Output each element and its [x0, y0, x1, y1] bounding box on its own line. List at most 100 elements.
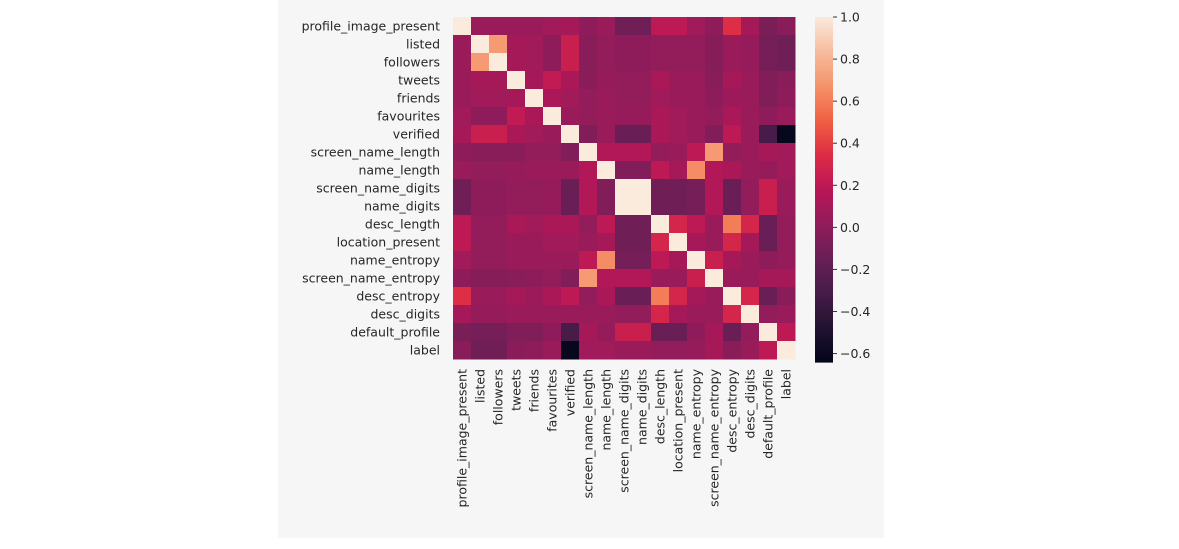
heatmap-cell [777, 269, 796, 288]
heatmap-cell [471, 89, 490, 108]
heatmap-cell [741, 341, 760, 360]
heatmap-cell [777, 341, 796, 360]
heatmap-cell [597, 233, 616, 252]
heatmap-cell [687, 215, 706, 234]
heatmap-cell [579, 215, 598, 234]
heatmap-cell [651, 125, 670, 144]
heatmap-cell [597, 71, 616, 90]
heatmap-cell [579, 53, 598, 72]
heatmap-cell [525, 197, 544, 216]
heatmap-cell [723, 53, 742, 72]
heatmap-cell [579, 197, 598, 216]
y-tick-label: tweets [398, 73, 440, 88]
heatmap-cell [777, 125, 796, 144]
heatmap-cell [489, 233, 508, 252]
heatmap-cell [669, 305, 688, 324]
x-tick-label: name_digits [635, 369, 650, 445]
heatmap-cell [669, 161, 688, 180]
heatmap-cell [723, 215, 742, 234]
heatmap-cell [615, 233, 634, 252]
heatmap-cell [453, 287, 472, 306]
heatmap-cell [741, 107, 760, 126]
heatmap-cell [669, 233, 688, 252]
heatmap-cell [777, 17, 796, 36]
heatmap-cell [669, 89, 688, 108]
heatmap-cell [543, 287, 562, 306]
y-tick-label: name_entropy [350, 253, 441, 268]
heatmap-cell [579, 143, 598, 162]
heatmap-cell [471, 251, 490, 270]
heatmap-cell [543, 251, 562, 270]
y-tick-label: favourites [377, 109, 440, 124]
heatmap-cell [597, 251, 616, 270]
heatmap-cell [489, 305, 508, 324]
heatmap-cell [489, 197, 508, 216]
y-tick-label: listed [406, 37, 440, 52]
heatmap-cell [615, 251, 634, 270]
heatmap-cell [561, 323, 580, 342]
heatmap-cell [777, 197, 796, 216]
heatmap-cell [633, 233, 652, 252]
y-tick-label: desc_digits [371, 307, 441, 322]
x-tick-label: default_profile [761, 369, 776, 459]
heatmap-cell [633, 215, 652, 234]
heatmap-cell [489, 269, 508, 288]
heatmap-cell [507, 71, 526, 90]
heatmap-cell [471, 323, 490, 342]
heatmap-cell [471, 35, 490, 54]
x-tick-label: followers [491, 369, 506, 425]
heatmap-cell [579, 287, 598, 306]
heatmap-cell [759, 251, 778, 270]
heatmap-cell [453, 17, 472, 36]
heatmap-cell [543, 215, 562, 234]
heatmap-cell [561, 305, 580, 324]
heatmap-cell [453, 107, 472, 126]
heatmap-cell [453, 89, 472, 108]
heatmap-cell [759, 35, 778, 54]
heatmap-cell [507, 35, 526, 54]
heatmap-cell [651, 287, 670, 306]
heatmap-cell [489, 179, 508, 198]
heatmap-cell [579, 71, 598, 90]
heatmap-cell [669, 143, 688, 162]
heatmap-cell [507, 341, 526, 360]
heatmap-cell [633, 17, 652, 36]
heatmap-cell [579, 305, 598, 324]
heatmap-cell [615, 53, 634, 72]
heatmap-cell [507, 251, 526, 270]
heatmap-cell [777, 143, 796, 162]
heatmap-cell [579, 125, 598, 144]
heatmap-cell [741, 143, 760, 162]
heatmap-cell [741, 323, 760, 342]
heatmap-cell [669, 287, 688, 306]
heatmap-cell [597, 305, 616, 324]
heatmap-cell [507, 323, 526, 342]
heatmap-cell [741, 179, 760, 198]
heatmap-cell [453, 269, 472, 288]
y-tick-label: name_length [358, 163, 440, 178]
heatmap-cell [543, 143, 562, 162]
heatmap-cell [777, 161, 796, 180]
heatmap-cell [471, 17, 490, 36]
heatmap-cell [741, 197, 760, 216]
heatmap-cell [471, 269, 490, 288]
heatmap-cell [543, 269, 562, 288]
heatmap-cell [759, 107, 778, 126]
heatmap-cell [453, 323, 472, 342]
heatmap-cell [741, 17, 760, 36]
heatmap-cell [507, 305, 526, 324]
heatmap-cell [453, 71, 472, 90]
heatmap-cell [525, 71, 544, 90]
colorbar-tick-label: 0.8 [840, 52, 860, 67]
heatmap-cell [723, 71, 742, 90]
heatmap-cell [705, 89, 724, 108]
heatmap-cell [723, 251, 742, 270]
heatmap-cell [597, 107, 616, 126]
heatmap-cell [633, 35, 652, 54]
heatmap-cell [543, 305, 562, 324]
heatmap-cell [543, 71, 562, 90]
heatmap-cell [615, 161, 634, 180]
heatmap-cell [489, 251, 508, 270]
y-tick-label: desc_length [365, 217, 440, 232]
heatmap-cell [489, 107, 508, 126]
